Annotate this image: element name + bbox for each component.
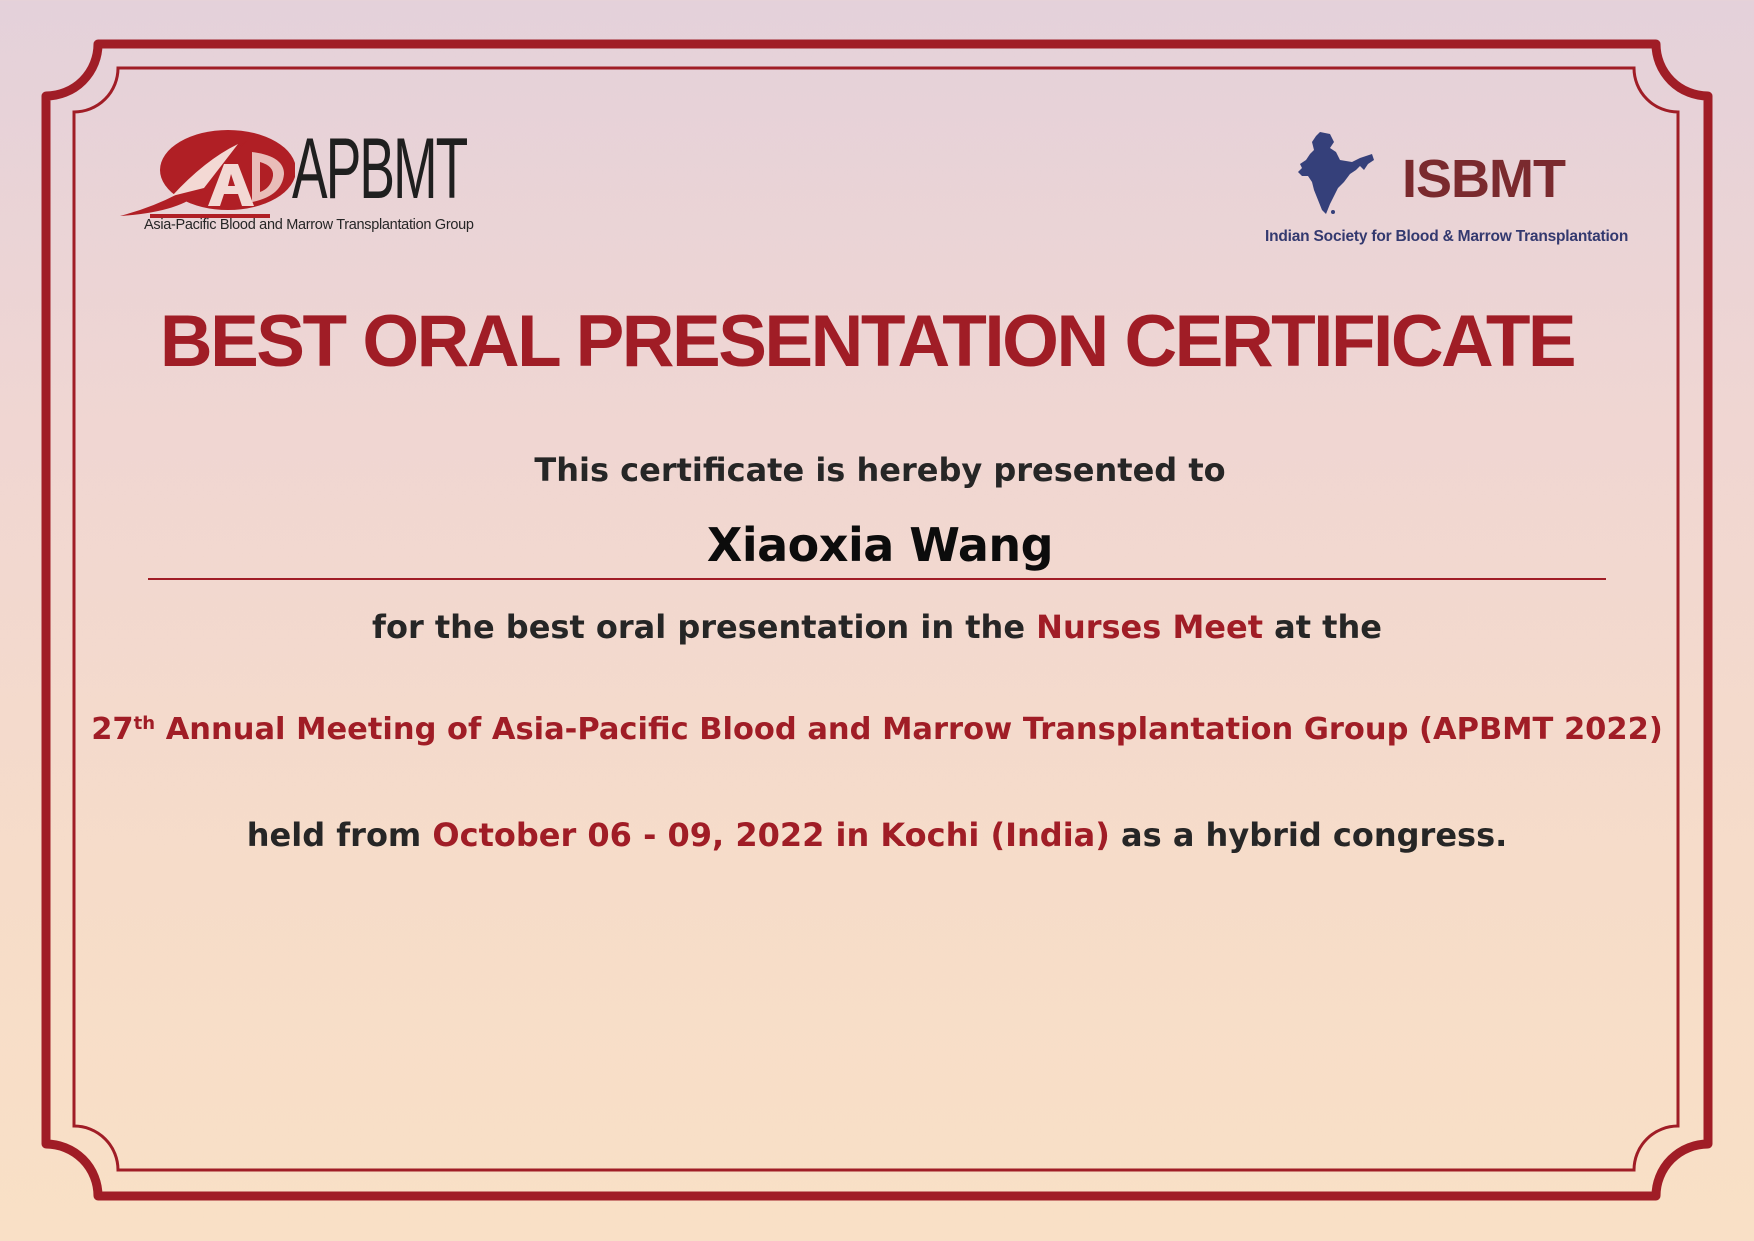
isbmt-wordmark: ISBMT <box>1402 149 1566 209</box>
held-dates-location: October 06 - 09, 2022 in Kochi (India) <box>432 816 1110 854</box>
apbmt-wordmark: APBMT <box>292 121 468 217</box>
held-prefix: held from <box>246 816 433 854</box>
presented-to-text: This certificate is hereby presented to <box>534 451 1226 489</box>
held-suffix: as a hybrid congress. <box>1109 816 1508 854</box>
apbmt-swoosh-emblem-icon <box>120 130 295 218</box>
reason-event: Nurses Meet <box>1036 608 1263 646</box>
india-map-icon <box>1298 132 1374 214</box>
isbmt-subtitle: Indian Society for Blood & Marrow Transp… <box>1265 228 1629 245</box>
reason-line: for the best oral presentation in the Nu… <box>0 608 1754 646</box>
certificate-title: BEST ORAL PRESENTATION CERTIFICATE <box>159 301 1577 382</box>
dates-line: held from October 06 - 09, 2022 in Kochi… <box>0 816 1754 854</box>
recipient-name: Xiaoxia Wang <box>706 518 1054 572</box>
apbmt-subtitle: Asia-Pacific Blood and Marrow Transplant… <box>144 217 474 233</box>
meeting-number: 27 <box>91 712 134 747</box>
name-underline <box>148 578 1606 580</box>
meeting-line: 27th Annual Meeting of Asia-Pacific Bloo… <box>0 712 1754 747</box>
reason-suffix: at the <box>1262 608 1382 646</box>
isbmt-logo: ISBMT Indian Society for Blood & Marrow … <box>1258 128 1658 248</box>
meeting-ordinal-suffix: th <box>133 713 156 734</box>
reason-prefix: for the best oral presentation in the <box>372 608 1037 646</box>
apbmt-logo: APBMT Asia-Pacific Blood and Marrow Tran… <box>120 126 490 241</box>
meeting-name: Annual Meeting of Asia-Pacific Blood and… <box>155 712 1663 747</box>
